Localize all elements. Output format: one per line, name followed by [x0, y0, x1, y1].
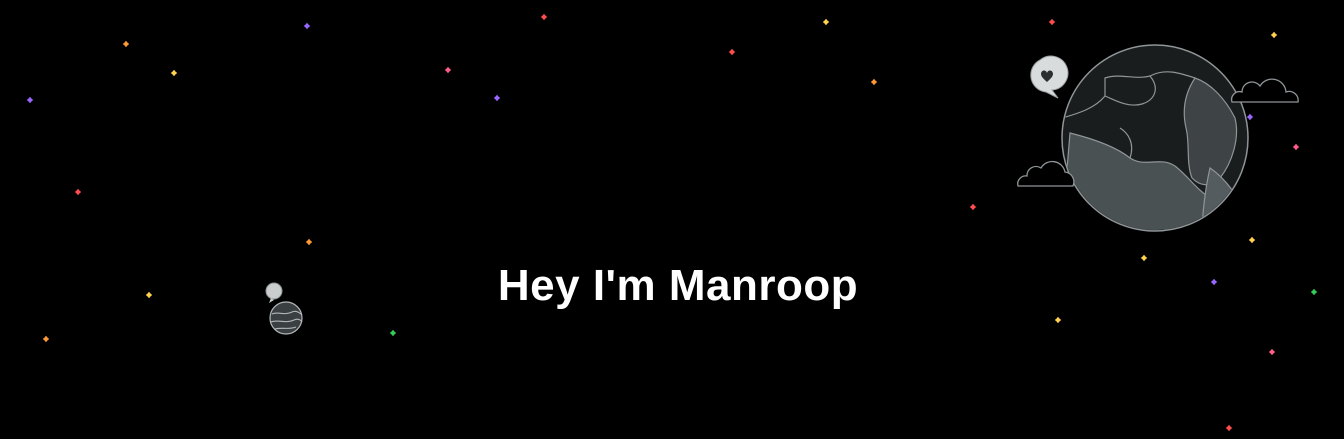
sparkle-star-icon [305, 238, 313, 246]
sparkle-star-icon [122, 40, 130, 48]
sparkle-star-icon [1048, 18, 1056, 26]
sparkle-star-icon [870, 78, 878, 86]
sparkle-star-icon [493, 94, 501, 102]
sparkle-star-icon [444, 66, 452, 74]
sparkle-star-icon [1268, 348, 1276, 356]
sparkle-star-icon [540, 13, 548, 21]
sparkle-star-icon [822, 18, 830, 26]
sparkle-star-icon [74, 188, 82, 196]
sparkle-star-icon [389, 329, 397, 337]
hero-headline: Hey I'm Manroop [497, 261, 859, 310]
sparkle-star-icon [170, 69, 178, 77]
heart-bubble-icon [1030, 55, 1069, 99]
hero-banner: Hey I'm Manroop [0, 0, 1344, 439]
sparkle-star-icon [969, 203, 977, 211]
sparkle-star-icon [1225, 424, 1233, 432]
sparkle-star-icon [26, 96, 34, 104]
sparkle-star-icon [303, 22, 311, 30]
sparkle-star-icon [42, 335, 50, 343]
sparkle-star-icon [1054, 316, 1062, 324]
sparkle-star-icon [728, 48, 736, 56]
globe-with-heart-bubble-icon [1017, 44, 1299, 232]
